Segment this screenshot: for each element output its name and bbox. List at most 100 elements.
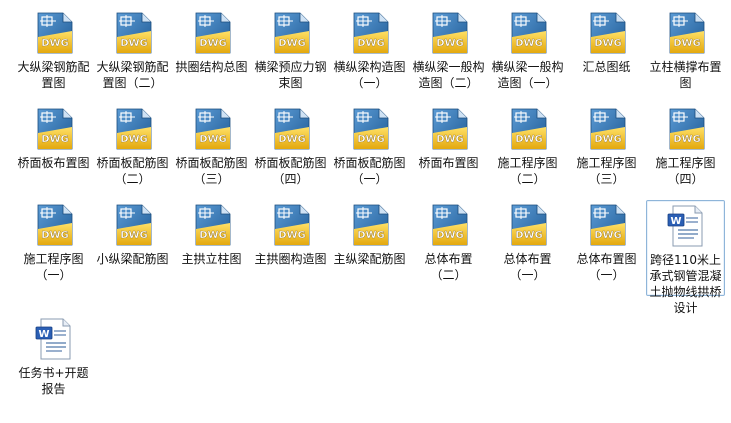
file-item[interactable]: DWG 大纵梁钢筋配置图（二） xyxy=(93,8,172,104)
dwg-file-icon: DWG xyxy=(590,204,625,246)
file-item[interactable]: DWG 横纵梁一般构造图（二） xyxy=(409,8,488,104)
dwg-file-icon: DWG xyxy=(353,12,388,54)
dwg-file-icon: DWG xyxy=(274,108,309,150)
file-item[interactable]: DWG 施工程序图（三） xyxy=(567,104,646,200)
file-name-label: 主拱圈构造图 xyxy=(254,252,327,266)
svg-text:DWG: DWG xyxy=(673,38,701,49)
dwg-file-icon: DWG xyxy=(590,108,625,150)
file-item[interactable]: DWG 施工程序图（二） xyxy=(488,104,567,200)
file-item[interactable]: DWG 施工程序图（一） xyxy=(14,200,93,296)
file-item[interactable]: DWG 横纵梁构造图（一） xyxy=(330,8,409,104)
svg-text:DWG: DWG xyxy=(673,134,701,145)
file-name-label: 横梁预应力钢束图 xyxy=(254,60,327,90)
dwg-file-icon: DWG xyxy=(590,12,625,54)
svg-text:DWG: DWG xyxy=(515,38,543,49)
dwg-file-icon: DWG xyxy=(37,204,72,246)
file-name-label: 横纵梁一般构造图（二） xyxy=(412,60,485,90)
file-item[interactable]: DWG 桥面板配筋图（三） xyxy=(172,104,251,200)
svg-text:W: W xyxy=(670,216,681,227)
svg-text:DWG: DWG xyxy=(278,230,306,241)
svg-text:W: W xyxy=(38,329,49,340)
file-item[interactable]: DWG 总体布置（二） xyxy=(409,200,488,296)
file-name-label: 主纵梁配筋图 xyxy=(333,252,406,266)
svg-text:DWG: DWG xyxy=(41,134,69,145)
file-name-label: 桥面板配筋图（二） xyxy=(96,156,169,186)
file-name-label: 横纵梁构造图（一） xyxy=(333,60,406,90)
dwg-file-icon: DWG xyxy=(37,12,72,54)
file-name-label: 桥面板布置图 xyxy=(17,156,90,170)
file-name-label: 大纵梁钢筋配置图（二） xyxy=(96,60,169,90)
svg-text:DWG: DWG xyxy=(594,134,622,145)
file-name-label: 横纵梁一般构造图（一） xyxy=(491,60,564,90)
file-item[interactable]: DWG 桥面板配筋图（一） xyxy=(330,104,409,200)
file-name-label: 大纵梁钢筋配置图 xyxy=(17,60,90,90)
file-item[interactable]: DWG 横梁预应力钢束图 xyxy=(251,8,330,104)
dwg-file-icon: DWG xyxy=(511,204,546,246)
svg-text:DWG: DWG xyxy=(515,230,543,241)
file-item[interactable]: DWG 施工程序图（四） xyxy=(646,104,725,200)
file-item[interactable]: DWG 桥面板布置图 xyxy=(14,104,93,200)
file-item[interactable]: W 跨径110米上承式钢管混凝土抛物线拱桥设计 xyxy=(646,200,725,315)
file-item[interactable]: W 任务书+开题报告 xyxy=(14,314,93,396)
file-item[interactable]: DWG 主拱圈构造图 xyxy=(251,200,330,296)
file-item[interactable]: DWG 主拱立柱图 xyxy=(172,200,251,296)
dwg-file-icon: DWG xyxy=(116,12,151,54)
file-name-label: 总体布置（一） xyxy=(503,252,552,282)
svg-text:DWG: DWG xyxy=(120,230,148,241)
svg-text:DWG: DWG xyxy=(594,230,622,241)
dwg-file-icon: DWG xyxy=(274,12,309,54)
file-item[interactable]: DWG 拱圈结构总图 xyxy=(172,8,251,104)
file-name-label: 施工程序图（四） xyxy=(655,156,716,186)
file-item[interactable]: DWG 横纵梁一般构造图（一） xyxy=(488,8,567,104)
svg-text:DWG: DWG xyxy=(357,230,385,241)
file-item[interactable]: DWG 总体布置图（一） xyxy=(567,200,646,296)
file-item[interactable]: DWG 汇总图纸 xyxy=(567,8,646,104)
dwg-file-icon: DWG xyxy=(511,12,546,54)
dwg-file-icon: DWG xyxy=(274,204,309,246)
dwg-file-icon: DWG xyxy=(195,204,230,246)
file-name-label: 桥面板配筋图（三） xyxy=(175,156,248,186)
svg-text:DWG: DWG xyxy=(436,230,464,241)
dwg-file-icon: DWG xyxy=(195,12,230,54)
svg-text:DWG: DWG xyxy=(515,134,543,145)
file-name-label: 主拱立柱图 xyxy=(181,252,242,266)
file-item[interactable]: DWG 桥面板配筋图（四） xyxy=(251,104,330,200)
file-item[interactable]: DWG 主纵梁配筋图 xyxy=(330,200,409,296)
svg-text:DWG: DWG xyxy=(41,38,69,49)
svg-text:DWG: DWG xyxy=(41,230,69,241)
svg-text:DWG: DWG xyxy=(436,38,464,49)
dwg-file-icon: DWG xyxy=(432,108,467,150)
word-document-icon: W xyxy=(667,205,702,247)
file-name-label: 汇总图纸 xyxy=(582,60,631,74)
svg-text:DWG: DWG xyxy=(594,38,622,49)
file-grid: DWG 大纵梁钢筋配置图 DWG 大纵梁钢筋配置图（二） DWG 拱圈结构总图 … xyxy=(14,8,725,396)
file-item[interactable]: DWG 立柱横撑布置图 xyxy=(646,8,725,104)
dwg-file-icon: DWG xyxy=(353,204,388,246)
file-name-label: 拱圈结构总图 xyxy=(175,60,248,74)
file-name-label: 立柱横撑布置图 xyxy=(649,60,722,90)
svg-text:DWG: DWG xyxy=(120,38,148,49)
file-item[interactable]: DWG 桥面布置图 xyxy=(409,104,488,200)
dwg-file-icon: DWG xyxy=(353,108,388,150)
file-name-label: 施工程序图（三） xyxy=(576,156,637,186)
svg-text:DWG: DWG xyxy=(278,134,306,145)
svg-text:DWG: DWG xyxy=(436,134,464,145)
dwg-file-icon: DWG xyxy=(669,12,704,54)
file-name-label: 总体布置图（一） xyxy=(576,252,637,282)
dwg-file-icon: DWG xyxy=(432,12,467,54)
svg-text:DWG: DWG xyxy=(199,230,227,241)
file-item[interactable]: DWG 大纵梁钢筋配置图 xyxy=(14,8,93,104)
file-item[interactable]: DWG 桥面板配筋图（二） xyxy=(93,104,172,200)
svg-text:DWG: DWG xyxy=(199,134,227,145)
file-name-label: 小纵梁配筋图 xyxy=(96,252,169,266)
dwg-file-icon: DWG xyxy=(116,108,151,150)
file-name-label: 桥面板配筋图（一） xyxy=(333,156,406,186)
file-name-label: 总体布置（二） xyxy=(424,252,473,282)
svg-text:DWG: DWG xyxy=(120,134,148,145)
file-item[interactable]: DWG 小纵梁配筋图 xyxy=(93,200,172,296)
file-name-label: 任务书+开题报告 xyxy=(18,366,89,396)
file-name-label: 跨径110米上承式钢管混凝土抛物线拱桥设计 xyxy=(649,253,722,315)
file-item[interactable]: DWG 总体布置（一） xyxy=(488,200,567,296)
dwg-file-icon: DWG xyxy=(511,108,546,150)
svg-text:DWG: DWG xyxy=(357,38,385,49)
